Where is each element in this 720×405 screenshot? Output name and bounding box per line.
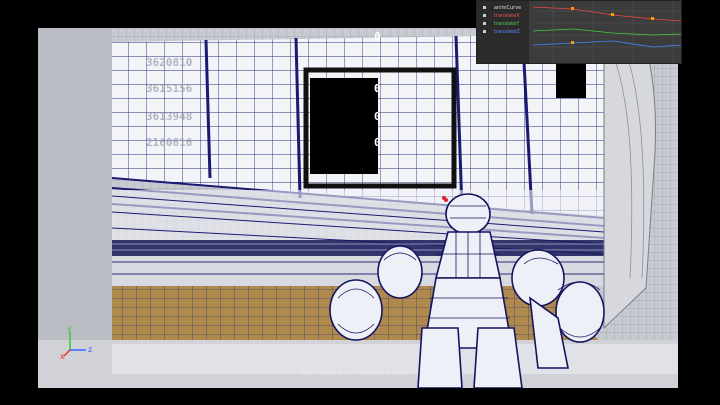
window-opening xyxy=(310,78,378,174)
outliner-item[interactable]: translateX xyxy=(483,13,520,19)
outliner-item[interactable]: animCurve xyxy=(483,5,521,11)
3d-viewport[interactable]: 0 3620810 0 3615156 0 3613948 0 2160816 … xyxy=(38,28,678,388)
graph-curves[interactable] xyxy=(533,1,681,63)
outliner-item[interactable]: translateY xyxy=(483,21,519,27)
wireframe-scene xyxy=(38,28,678,388)
graph-outliner[interactable]: animCurve translateX translateY translat… xyxy=(477,1,529,63)
outliner-item[interactable]: translateZ xyxy=(483,29,520,35)
graph-editor-panel[interactable]: animCurve translateX translateY translat… xyxy=(476,0,682,64)
